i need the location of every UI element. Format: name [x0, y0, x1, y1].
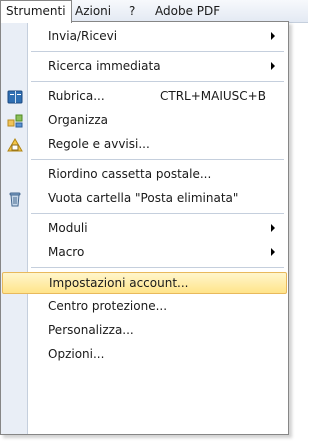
menu-item-label: Rubrica... [48, 89, 105, 103]
menu-adobe-pdf[interactable]: Adobe PDF [150, 0, 225, 22]
menu-item-label: Macro [48, 245, 85, 259]
separator [31, 267, 284, 268]
menu-item-moduli[interactable]: Moduli [2, 218, 287, 240]
menu-item-opzioni[interactable]: Opzioni... [2, 344, 287, 366]
rules-icon [7, 138, 23, 152]
shortcut-text: CTRL+MAIUSC+B [160, 89, 266, 103]
menu-item-label: Centro protezione... [48, 299, 168, 313]
separator [31, 159, 284, 160]
menu-item-label: Invia/Ricevi [48, 29, 118, 43]
menu-item-riordino[interactable]: Riordino cassetta postale... [2, 164, 287, 186]
menu-help[interactable]: ? [124, 0, 140, 22]
menu-item-label: Impostazioni account... [49, 276, 189, 290]
separator [31, 81, 284, 82]
menu-bar: Strumenti Azioni ? Adobe PDF [0, 0, 308, 23]
menu-item-label: Personalizza... [48, 323, 134, 337]
menu-item-personalizza[interactable]: Personalizza... [2, 320, 287, 342]
menu-item-label: Riordino cassetta postale... [48, 167, 212, 181]
submenu-arrow-icon [271, 248, 275, 256]
menu-item-label: Regole e avvisi... [48, 137, 150, 151]
menu-item-vuota-cartella[interactable]: Vuota cartella "Posta eliminata" [2, 188, 287, 210]
submenu-arrow-icon [271, 224, 275, 232]
menu-item-impostazioni-account[interactable]: Impostazioni account... [2, 272, 287, 294]
menu-strumenti[interactable]: Strumenti [0, 0, 72, 23]
menu-item-label: Ricerca immediata [48, 59, 161, 73]
strumenti-dropdown: Invia/Ricevi Ricerca immediata Rubrica..… [0, 21, 289, 435]
organize-icon [7, 114, 23, 128]
submenu-arrow-icon [271, 32, 275, 40]
menu-item-label: Moduli [48, 221, 88, 235]
menu-item-label: Vuota cartella "Posta eliminata" [48, 191, 239, 205]
menu-azioni[interactable]: Azioni [70, 0, 116, 22]
menu-item-label: Opzioni... [48, 347, 105, 361]
submenu-arrow-icon [271, 62, 275, 70]
menu-item-rubrica[interactable]: Rubrica... CTRL+MAIUSC+B [2, 86, 287, 108]
trash-icon [9, 192, 21, 207]
menu-item-label: Organizza [48, 113, 109, 127]
separator [31, 213, 284, 214]
address-book-icon [7, 90, 23, 104]
menu-item-organizza[interactable]: Organizza [2, 110, 287, 132]
separator [31, 51, 284, 52]
menu-item-macro[interactable]: Macro [2, 242, 287, 264]
menu-item-regole-avvisi[interactable]: Regole e avvisi... [2, 134, 287, 156]
menu-item-centro-protezione[interactable]: Centro protezione... [2, 296, 287, 318]
menu-item-ricerca-immediata[interactable]: Ricerca immediata [2, 56, 287, 78]
menu-item-invia-ricevi[interactable]: Invia/Ricevi [2, 26, 287, 48]
